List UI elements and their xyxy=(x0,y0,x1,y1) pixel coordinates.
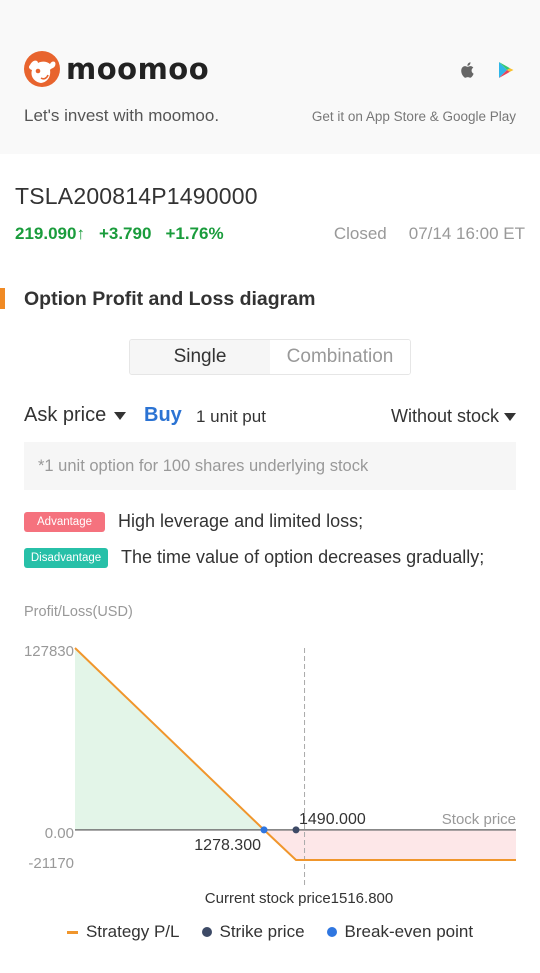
last-price: 219.090↑ xyxy=(15,224,85,243)
caret-down-icon xyxy=(504,412,516,421)
tab-combination[interactable]: Combination xyxy=(270,340,410,374)
disadvantage-row: Disadvantage The time value of option de… xyxy=(24,547,484,568)
section-title: Option Profit and Loss diagram xyxy=(24,288,316,310)
price-type-label: Ask price xyxy=(24,404,107,426)
y-tick-min: -21170 xyxy=(28,855,74,872)
legend-label: Strategy P/L xyxy=(85,922,180,941)
market-status-label: Closed xyxy=(333,224,387,243)
section-accent-bar xyxy=(0,288,5,309)
brand-name: moomoo xyxy=(66,52,210,86)
disadvantage-text: The time value of option decreases gradu… xyxy=(121,547,485,567)
strategy-controls: Ask price Buy 1 unit put Without stock xyxy=(24,404,516,430)
side-toggle-buy[interactable]: Buy xyxy=(144,404,182,427)
market-status: Closed 07/14 16:00 ET xyxy=(334,224,525,244)
legend-item-strike: Strike price xyxy=(201,922,305,942)
advantage-row: Advantage High leverage and limited loss… xyxy=(24,511,363,532)
position-description: 1 unit put xyxy=(196,407,266,426)
loss-area xyxy=(264,829,516,860)
caret-down-icon xyxy=(114,411,127,420)
disadvantage-badge: Disadvantage xyxy=(24,547,108,568)
brand-logo[interactable]: moomoo xyxy=(24,51,209,87)
legend-label: Strike price xyxy=(219,922,305,941)
strategy-pl-line xyxy=(74,647,516,861)
advantage-text: High leverage and limited loss; xyxy=(118,511,364,531)
profit-area xyxy=(75,648,264,830)
y-tick-zero: 0.00 xyxy=(45,825,74,842)
advantage-badge: Advantage xyxy=(24,511,105,532)
break-even-dot-icon xyxy=(326,927,337,937)
strike-price-label: 1490.000 xyxy=(299,811,366,828)
break-even-point xyxy=(260,826,268,834)
quote-timestamp: 07/14 16:00 ET xyxy=(408,224,525,243)
legend-label: Break-even point xyxy=(344,922,474,941)
moomoo-logo-icon xyxy=(24,51,60,87)
break-even-label: 1278.300 xyxy=(194,837,261,854)
price-type-dropdown[interactable]: Ask price xyxy=(24,404,127,427)
y-tick-max: 127830 xyxy=(24,643,74,660)
contract-size-note: *1 unit option for 100 shares underlying… xyxy=(24,442,516,490)
google-play-icon[interactable] xyxy=(496,60,516,80)
up-arrow-icon: ↑ xyxy=(76,224,85,243)
store-link-text[interactable]: Get it on App Store & Google Play xyxy=(312,109,516,124)
apple-icon[interactable] xyxy=(458,60,478,80)
strike-dot-icon xyxy=(201,927,212,937)
strategy-line-icon xyxy=(66,930,78,934)
chart-legend: Strategy P/L Strike price Break-even poi… xyxy=(0,922,540,942)
legend-item-break-even: Break-even point xyxy=(326,922,474,942)
app-download-banner: moomoo Let's invest with moomoo. Get it … xyxy=(0,0,540,154)
stock-mode-dropdown[interactable]: Without stock xyxy=(391,406,516,427)
current-price-label: Current stock price1516.800 xyxy=(205,890,393,907)
tab-single[interactable]: Single xyxy=(130,340,270,374)
price-change-percent: +1.76% xyxy=(165,224,224,243)
y-axis-title: Profit/Loss(USD) xyxy=(24,604,133,620)
strategy-type-toggle: Single Combination xyxy=(129,339,411,375)
legend-item-strategy: Strategy P/L xyxy=(66,922,180,942)
quote-row: 219.090↑ +3.790 +1.76% xyxy=(15,224,224,244)
price-change: +3.790 xyxy=(98,224,152,243)
x-axis-title: Stock price xyxy=(442,811,516,828)
option-ticker: TSLA200814P1490000 xyxy=(15,183,258,209)
tagline: Let's invest with moomoo. xyxy=(24,106,220,125)
stock-mode-label: Without stock xyxy=(390,406,499,426)
strike-price-point xyxy=(292,826,300,834)
